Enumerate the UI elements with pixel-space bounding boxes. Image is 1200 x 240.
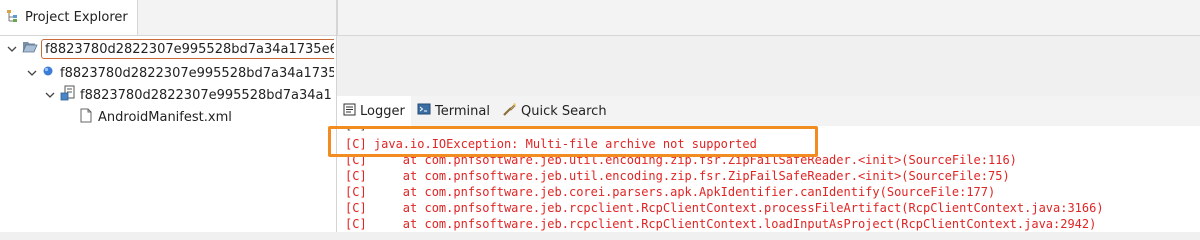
log-line: [C] at com.pnfsoftware.jeb.rcpclient.Rcp… <box>345 217 1097 231</box>
chevron-down-icon[interactable] <box>44 89 56 101</box>
project-explorer-panel: Project Explorer f8823780d2822307e995528… <box>0 0 337 232</box>
selected-project-item[interactable]: f8823780d2822307e995528bd7a34a1735e6 <box>41 39 334 59</box>
tree-node-project[interactable]: f8823780d2822307e995528bd7a34a1735e6 <box>6 38 334 60</box>
tab-quick-search[interactable]: Quick Search <box>502 96 612 126</box>
tree-node-label: f8823780d2822307e995528bd7a34a1735e6 <box>45 41 334 57</box>
console-tab-bar: Logger Terminal Quick Search <box>337 96 1200 127</box>
log-line: [C] at com.pnfsoftware.jeb.rcpclient.Rcp… <box>345 201 1104 215</box>
artifact-icon <box>42 65 54 81</box>
log-line-partial: [ ] <box>345 126 1060 133</box>
tab-logger-label: Logger <box>360 103 405 119</box>
folder-open-icon <box>22 40 38 58</box>
console-panel: Logger Terminal Quick Search [C] java.io… <box>337 96 1200 232</box>
tree-node-artifact[interactable]: f8823780d2822307e995528bd7a34a1735 <box>26 62 334 84</box>
chevron-down-icon[interactable] <box>26 67 38 79</box>
logger-icon <box>343 103 356 120</box>
project-explorer-title: Project Explorer <box>25 10 128 25</box>
tree-node-label: AndroidManifest.xml <box>98 109 232 125</box>
tab-terminal-label: Terminal <box>435 103 490 119</box>
tree-node-label: f8823780d2822307e995528bd7a34a1735 <box>60 65 334 81</box>
tab-terminal[interactable]: Terminal <box>417 96 499 126</box>
logger-output[interactable]: [ ] [C] java.io.IOException: Multi-file … <box>337 126 1200 232</box>
tree-node-label: f8823780d2822307e995528bd7a34a1 <box>80 87 332 103</box>
apk-unit-icon <box>60 85 76 105</box>
project-explorer-icon <box>6 9 20 27</box>
explorer-tab-bar: Project Explorer <box>0 0 336 36</box>
tree-node-apk-unit[interactable]: f8823780d2822307e995528bd7a34a1 <box>44 84 334 106</box>
editor-area <box>337 0 1200 96</box>
log-line: [C] at com.pnfsoftware.jeb.util.encoding… <box>345 169 1010 183</box>
editor-tab-bar <box>337 0 1200 36</box>
quick-search-icon <box>502 102 517 121</box>
terminal-icon <box>417 103 431 120</box>
log-line: [C] at com.pnfsoftware.jeb.corei.parsers… <box>345 185 996 199</box>
tree-node-manifest[interactable]: AndroidManifest.xml <box>80 106 334 128</box>
chevron-down-icon[interactable] <box>6 43 18 55</box>
tab-quick-search-label: Quick Search <box>521 103 607 119</box>
log-line: [C] at com.pnfsoftware.jeb.util.encoding… <box>345 153 1017 167</box>
file-icon <box>80 108 92 127</box>
tab-logger[interactable]: Logger <box>337 96 411 126</box>
tab-project-explorer[interactable]: Project Explorer <box>0 0 138 35</box>
log-line: [C] java.io.IOException: Multi-file arch… <box>345 137 757 151</box>
